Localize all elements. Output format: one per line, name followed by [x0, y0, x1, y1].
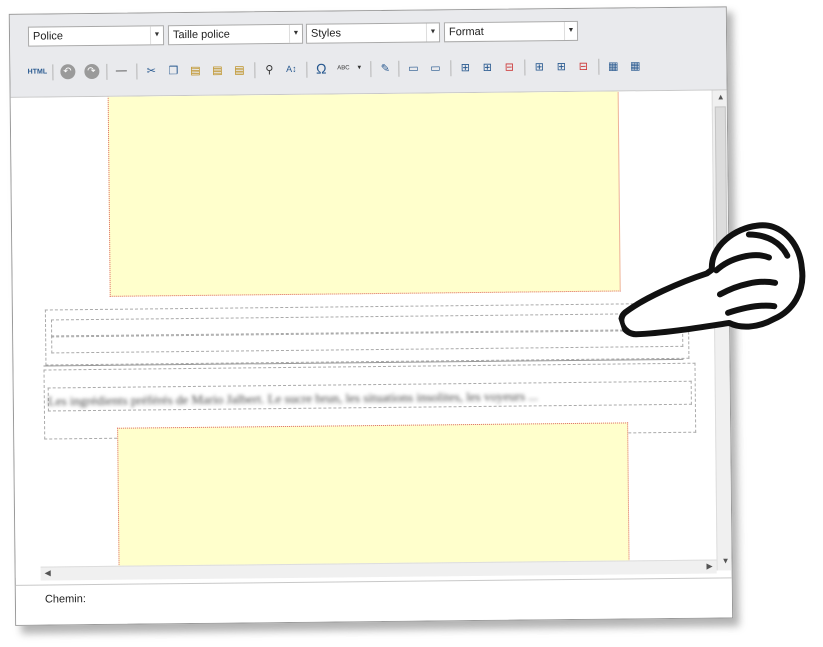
special-char-label: Ω [316, 60, 327, 77]
spellcheck-dropdown-icon[interactable]: ▼ [350, 59, 368, 77]
insert-layer-icon[interactable]: ▭ [404, 59, 422, 77]
font-select-value: Police [32, 30, 64, 43]
redo-icon[interactable]: ↷ [82, 62, 100, 80]
find-icon[interactable]: ⚲ [260, 60, 278, 78]
scroll-right-icon[interactable]: ▶ [703, 559, 717, 573]
special-char-icon[interactable]: Ω [312, 60, 330, 78]
layer-position-icon[interactable]: ▭ [426, 58, 444, 76]
replace-icon[interactable]: A↕ [282, 60, 300, 78]
undo-icon[interactable]: ↶ [58, 62, 76, 80]
chevron-down-icon: ▼ [563, 21, 578, 41]
toolbar-separator [136, 63, 138, 80]
toolbar-icons: HTML ↶ ↷ — ✂ ❐ ▤ ▤ ▤ ⚲ A↕ Ω ABC ▼ ✎ ▭ ▭ … [28, 56, 688, 85]
toolbar-separator [598, 58, 600, 75]
html-source-icon[interactable]: HTML [27, 62, 48, 80]
styles-select[interactable]: Styles ▼ [305, 22, 441, 44]
format-select[interactable]: Format ▼ [443, 20, 579, 43]
insert-col-before-icon[interactable]: ⊞ [530, 57, 548, 75]
toolbar-separator [52, 64, 54, 81]
insert-col-after-icon[interactable]: ⊞ [552, 57, 570, 75]
path-label: Chemin: [44, 593, 86, 606]
merge-cells-icon[interactable]: ▦ [626, 56, 644, 74]
delete-col-icon[interactable]: ⊟ [574, 57, 592, 75]
font-size-select[interactable]: Taille police ▼ [167, 23, 304, 46]
scroll-up-icon[interactable]: ▲ [714, 90, 728, 104]
chevron-down-icon: ▼ [425, 23, 440, 42]
paste-word-icon[interactable]: ▤ [230, 60, 248, 78]
horizontal-rule-icon[interactable]: — [112, 62, 130, 80]
split-cells-icon[interactable]: ▦ [604, 56, 622, 74]
insert-row-after-icon[interactable]: ⊞ [478, 58, 496, 76]
editor-toolbar: Police ▼ Taille police ▼ Styles ▼ Format… [9, 7, 727, 98]
chevron-down-icon: ▼ [288, 24, 303, 43]
toolbar-separator [254, 62, 256, 79]
editor-content-area[interactable]: Les ingrédients préférés de Mario Jalber… [10, 90, 717, 578]
yellow-image-placeholder [117, 422, 630, 578]
styles-select-value: Styles [310, 27, 342, 40]
page: Police ▼ Taille police ▼ Styles ▼ Format… [0, 0, 823, 643]
font-select[interactable]: Police ▼ [27, 25, 165, 47]
copy-icon[interactable]: ❐ [164, 61, 182, 79]
scroll-down-icon[interactable]: ▼ [718, 554, 732, 568]
yellow-image-placeholder [107, 90, 621, 297]
paste-icon[interactable]: ▤ [186, 61, 204, 79]
html-source-label: HTML [27, 67, 48, 76]
toolbar-separator [398, 60, 400, 77]
font-size-select-value: Taille police [172, 28, 230, 42]
toolbar-separator [450, 60, 452, 77]
toolbar-separator [306, 61, 308, 78]
toolbar-separator [524, 59, 526, 76]
delete-row-icon[interactable]: ⊟ [500, 58, 518, 76]
toolbar-separator [370, 61, 372, 78]
status-bar: Chemin: [15, 577, 733, 626]
cut-icon[interactable]: ✂ [142, 61, 160, 79]
edit-icon[interactable]: ✎ [376, 59, 394, 77]
format-select-value: Format [448, 25, 484, 39]
insert-row-before-icon[interactable]: ⊞ [456, 58, 474, 76]
paste-text-icon[interactable]: ▤ [208, 61, 226, 79]
spellcheck-label: ABC [337, 65, 350, 72]
toolbar-separator [106, 63, 108, 80]
chevron-down-icon: ▼ [149, 26, 164, 45]
scroll-left-icon[interactable]: ◀ [41, 566, 55, 580]
